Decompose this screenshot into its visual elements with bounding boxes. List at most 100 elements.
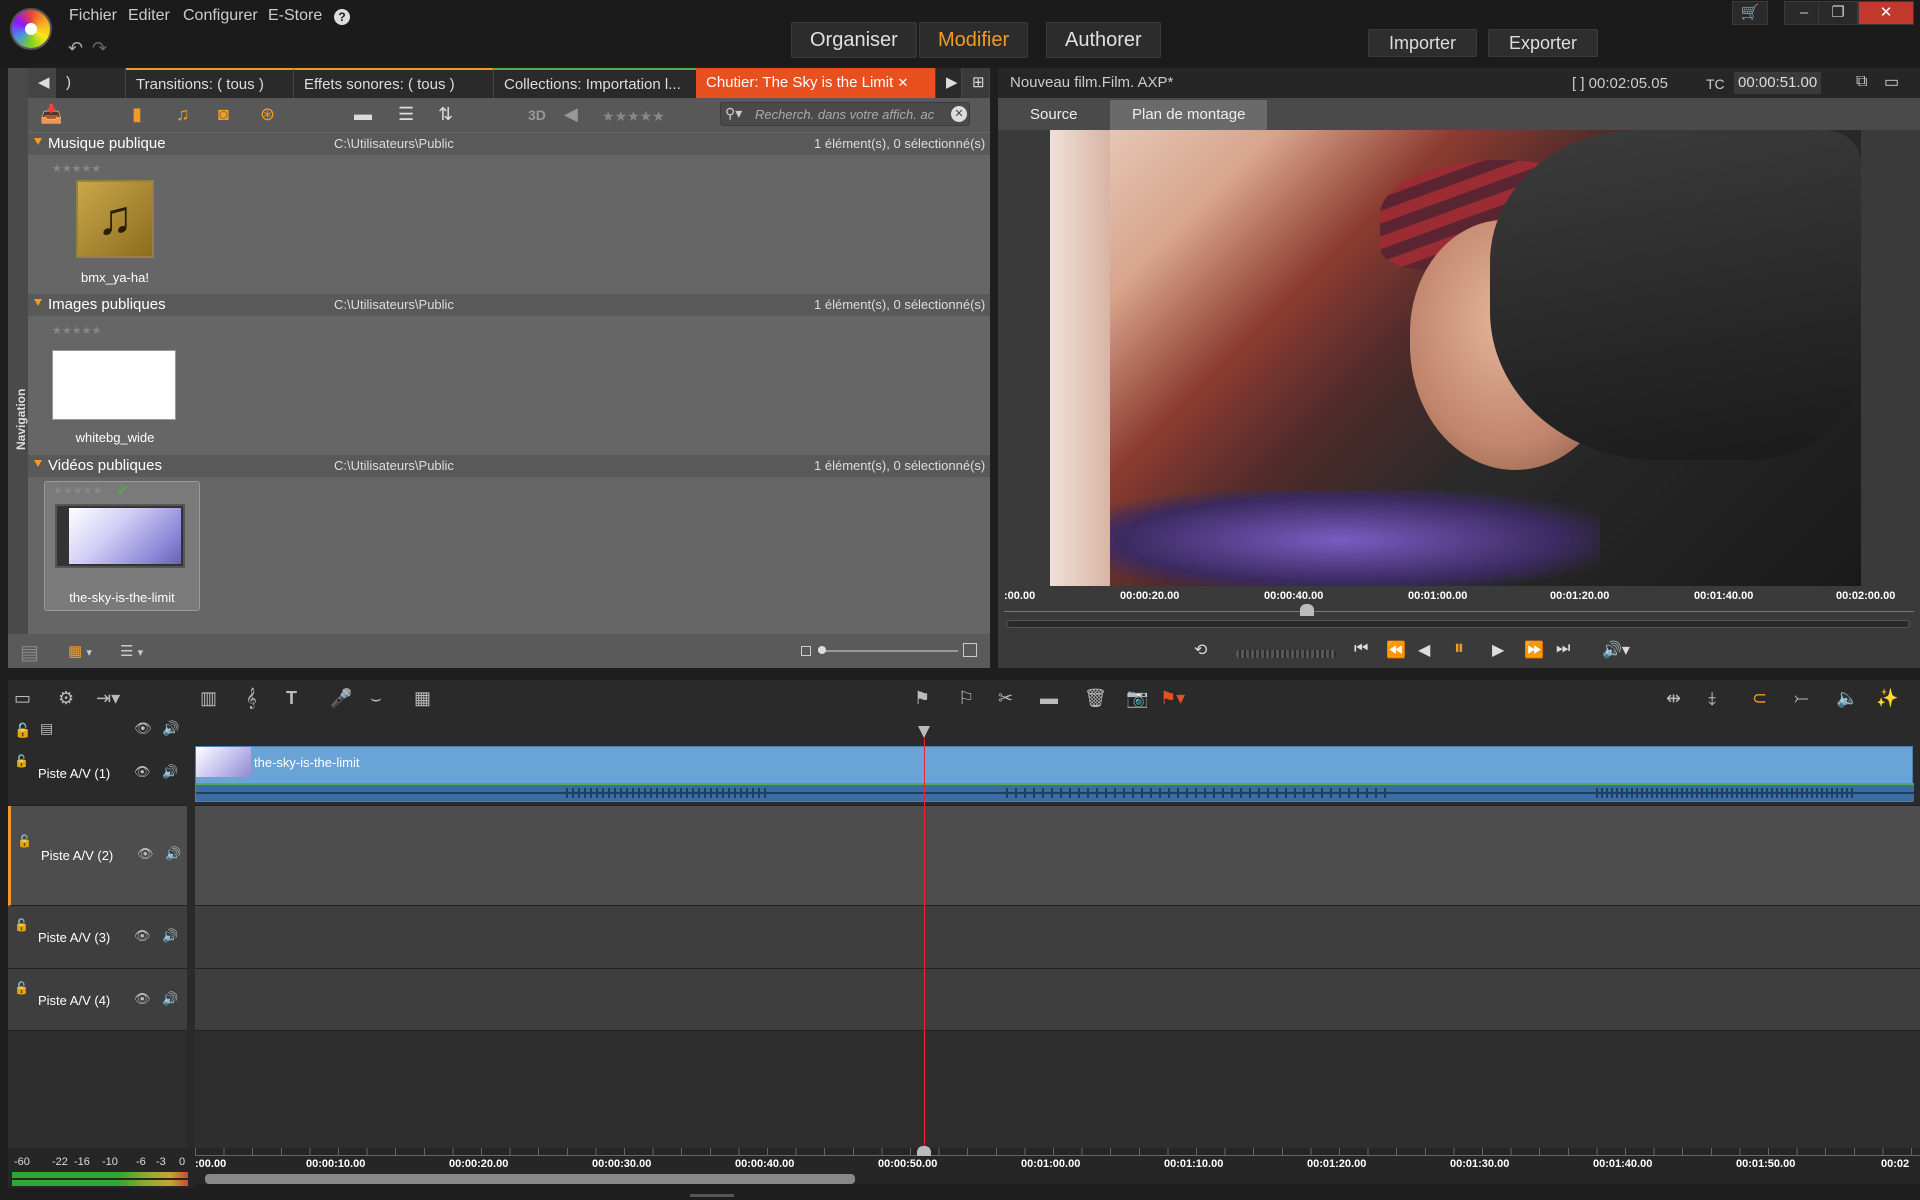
tab-transitions[interactable]: Transitions: ( tous ) (126, 68, 294, 98)
app-logo-icon[interactable] (10, 8, 52, 50)
loop-icon[interactable]: ⟲ (1194, 640, 1207, 660)
mode-modifier-button[interactable]: Modifier (919, 22, 1029, 58)
marker-in-icon[interactable]: ⚑ (914, 688, 930, 709)
import-folder-icon[interactable]: 📥 (40, 104, 62, 125)
ripple-icon[interactable]: ⤈ (1708, 688, 1716, 709)
tab-plan-de-montage[interactable]: Plan de montage (1110, 100, 1268, 130)
grid-view-icon[interactable]: ▦ ▾ (68, 642, 92, 660)
track-row[interactable]: 🔓 Piste A/V (2) 👁 🔊 (8, 806, 1920, 906)
scrubber-handle[interactable] (1300, 604, 1314, 616)
clip-icon[interactable]: ▬ (1040, 688, 1058, 709)
import-button[interactable]: Importer (1368, 29, 1478, 57)
redo-icon[interactable]: ↷ (92, 38, 107, 59)
track-options-icon[interactable]: ⇥▾ (96, 688, 120, 709)
previous-marker-icon[interactable]: ⏪ (1386, 640, 1406, 660)
list-view-icon[interactable]: ☰ (398, 104, 414, 125)
sort-icon[interactable]: ⇅ (438, 104, 453, 125)
media-item-label[interactable]: the-sky-is-the-limit (47, 590, 197, 605)
lock-icon[interactable]: 🔓 (14, 981, 29, 995)
video-filter-icon[interactable]: ▮ (132, 104, 142, 125)
3d-filter[interactable]: 3D (528, 107, 546, 123)
speaker-icon[interactable]: 🔊 (165, 846, 181, 862)
go-to-start-icon[interactable]: ⏮ (1354, 640, 1368, 658)
video-preview[interactable] (1050, 130, 1861, 586)
menu-editer[interactable]: Editer (128, 7, 170, 25)
media-item-label[interactable]: whitebg_wide (40, 430, 190, 445)
tabs-right-arrow-icon[interactable]: ▶ (936, 68, 962, 98)
media-item-label[interactable]: bmx_ya-ha! (40, 270, 190, 285)
tab-chutier[interactable]: Chutier: The Sky is the Limit ✕ (696, 68, 936, 98)
music-file-icon[interactable]: ♫ (76, 180, 154, 258)
track-row[interactable]: 🔓 Piste A/V (4) 👁 🔊 (8, 969, 1920, 1031)
track-name[interactable]: Piste A/V (2) (41, 848, 113, 863)
folder-icon[interactable]: ▬ (354, 104, 372, 125)
timeline-view-icon[interactable]: ▭ (14, 688, 31, 709)
navigation-strip[interactable]: Navigation (8, 68, 28, 668)
zoom-large-icon[interactable] (963, 643, 977, 657)
track-list-icon[interactable]: ▤ (40, 720, 53, 737)
image-thumbnail[interactable] (52, 350, 176, 420)
eye-icon[interactable]: 👁 (134, 720, 152, 737)
music-filter-icon[interactable]: ♫ (176, 104, 190, 125)
tab-collections[interactable]: Collections: Importation l... (494, 68, 724, 98)
ruler-playhead-handle[interactable] (917, 1146, 931, 1156)
delete-icon[interactable]: 🗑 (1084, 688, 1107, 709)
cut-mode-icon[interactable]: ⤚ (1794, 688, 1808, 709)
magnet-icon[interactable]: ⊂ (1752, 688, 1767, 709)
collapse-icon[interactable] (34, 138, 42, 145)
music-generator-icon[interactable]: 𝄞 (246, 688, 257, 709)
snapshot-icon[interactable]: 📷 (1126, 688, 1148, 709)
undo-icon[interactable]: ↶ (68, 38, 83, 59)
timeline-playhead[interactable] (924, 738, 925, 1148)
playhead-handle[interactable] (918, 726, 930, 738)
marker-out-icon[interactable]: ⚐ (958, 688, 974, 709)
details-view-icon[interactable]: ☰ ▾ (120, 642, 143, 660)
close-button[interactable]: ✕ (1858, 1, 1914, 25)
tab-effets-sonores[interactable]: Effets sonores: ( tous ) (294, 68, 494, 98)
library-search-input[interactable]: ⚲▾ Recherch. dans votre affich. ac ✕ (720, 102, 970, 126)
lock-icon[interactable]: 🔓 (14, 918, 29, 932)
track-name[interactable]: Piste A/V (4) (38, 993, 110, 1008)
tag-icon[interactable]: ◀ (564, 104, 578, 125)
external-preview-icon[interactable]: ⧉ (1856, 73, 1867, 91)
timeline-scrollbar[interactable] (205, 1174, 855, 1184)
fullscreen-icon[interactable]: ▭ (1884, 72, 1899, 92)
step-back-icon[interactable]: ◀ (1418, 640, 1430, 660)
cart-icon[interactable]: 🛒 (1732, 1, 1768, 25)
tab-source[interactable]: Source (1008, 100, 1100, 130)
speaker-icon[interactable]: 🔊 (162, 764, 178, 780)
title-editor-icon[interactable]: T (286, 688, 297, 709)
step-forward-icon[interactable]: ▶ (1492, 640, 1504, 660)
section-header-music[interactable]: Musique publique C:\Utilisateurs\Public … (28, 133, 990, 155)
mode-organiser-button[interactable]: Organiser (791, 22, 917, 58)
tabs-left-arrow-icon[interactable]: ◀ (28, 68, 56, 98)
next-marker-icon[interactable]: ⏩ (1524, 640, 1544, 660)
preview-toggle-icon[interactable]: ▤ (20, 640, 39, 665)
montage-icon[interactable]: ▦ (414, 688, 431, 709)
collapse-icon[interactable] (34, 460, 42, 467)
speaker-icon[interactable]: 🔊 (162, 928, 178, 944)
section-header-images[interactable]: Images publiques C:\Utilisateurs\Public … (28, 294, 990, 316)
collapse-icon[interactable] (34, 299, 42, 306)
volume-icon[interactable]: 🔊▾ (1602, 640, 1630, 660)
mode-authorer-button[interactable]: Authorer (1046, 22, 1161, 58)
player-scrollbar[interactable] (1006, 620, 1910, 628)
menu-estore[interactable]: E-Store (268, 7, 322, 25)
eye-icon[interactable]: 👁 (134, 991, 151, 1007)
track-name[interactable]: Piste A/V (1) (38, 766, 110, 781)
track-row[interactable]: 🔓 Piste A/V (3) 👁 🔊 (8, 906, 1920, 969)
add-marker-icon[interactable]: ⚑▾ (1160, 688, 1185, 709)
clear-search-icon[interactable]: ✕ (951, 106, 967, 122)
item-rating-stars[interactable]: ★★★★★ (52, 162, 101, 175)
razor-icon[interactable]: ✂ (998, 688, 1013, 709)
lock-icon[interactable]: 🔓 (14, 754, 29, 768)
timeline-clip[interactable]: the-sky-is-the-limit (195, 746, 1914, 802)
timecode-field[interactable]: 00:00:51.00 (1734, 72, 1822, 94)
photo-filter-icon[interactable]: ◙ (218, 104, 229, 125)
project-filter-icon[interactable]: ⊛ (260, 104, 275, 125)
audio-scrub-icon[interactable]: 🔈 (1836, 688, 1858, 709)
timeline-settings-icon[interactable]: ⚙ (58, 688, 74, 709)
thumbnail-size-slider[interactable] (818, 646, 958, 654)
panel-resize-grip[interactable] (690, 1194, 734, 1197)
smart-edit-icon[interactable]: ✨ (1876, 688, 1898, 709)
